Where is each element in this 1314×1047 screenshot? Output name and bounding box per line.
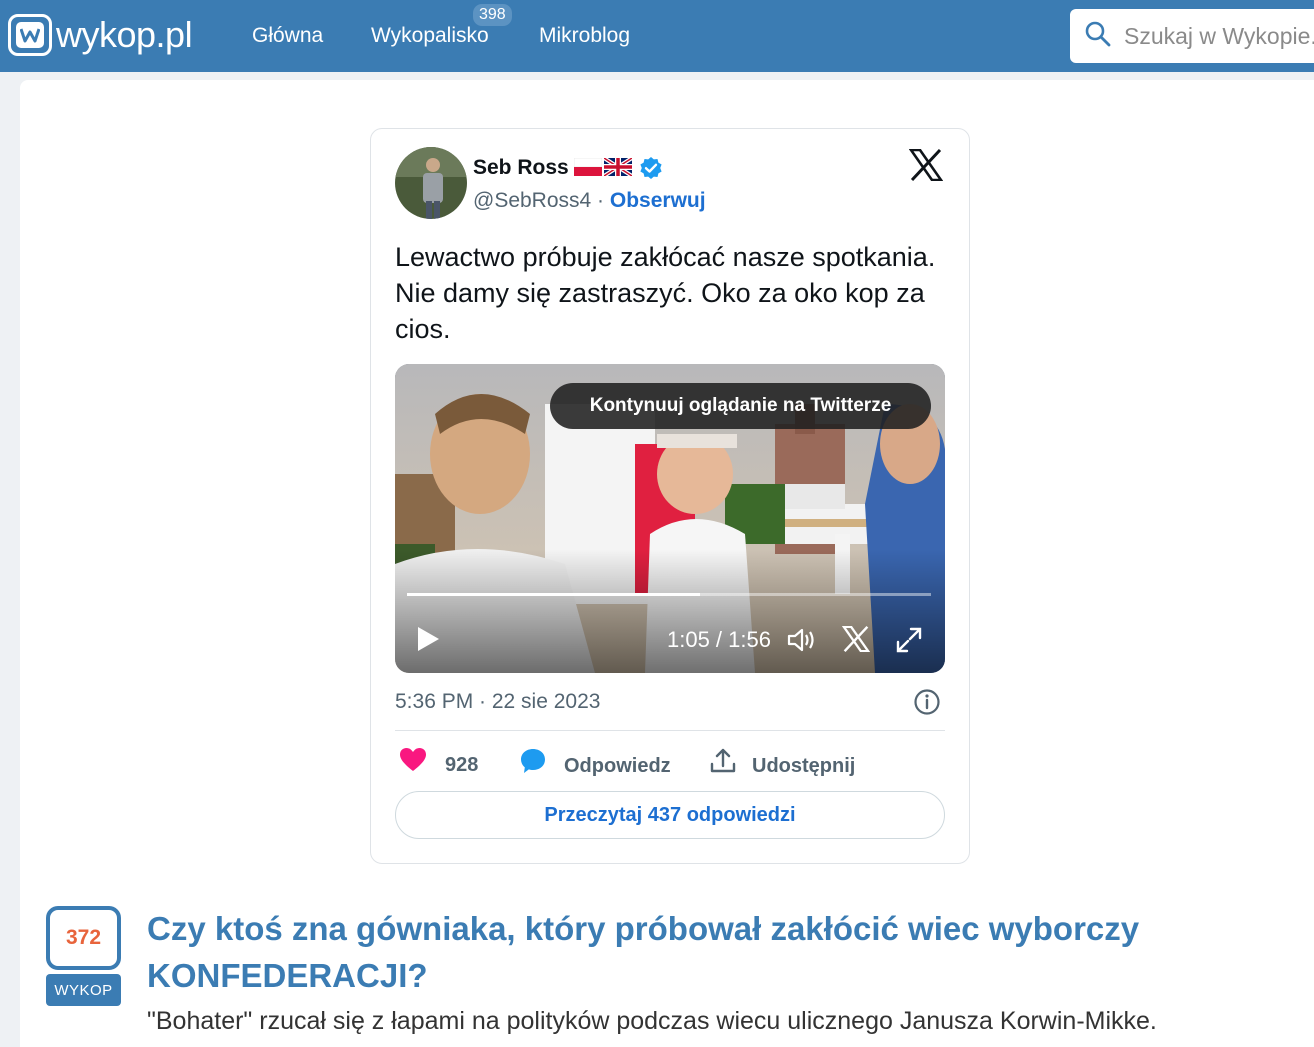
follow-link[interactable]: Obserwuj [610, 189, 706, 212]
x-logo-icon[interactable] [908, 148, 944, 186]
video-x-logo-icon[interactable] [841, 625, 871, 657]
wykopalisko-count-badge: 398 [473, 4, 512, 26]
nav-item-glowna[interactable]: Główna [252, 22, 323, 50]
embedded-tweet[interactable]: Seb Ross @SebRoss4 · Obserwuj Lewactwo p… [370, 128, 970, 864]
nav-item-mikroblog[interactable]: Mikroblog [539, 22, 630, 50]
continue-on-twitter-button[interactable]: Kontynuuj oglądanie na Twitterze [550, 383, 931, 429]
fullscreen-icon[interactable] [895, 626, 923, 659]
search-box[interactable] [1070, 9, 1314, 63]
volume-icon[interactable] [787, 627, 817, 658]
read-replies-button[interactable]: Przeczytaj 437 odpowiedzi [395, 791, 945, 839]
entry-description: "Bohater" rzucał się z łapami na polityk… [147, 1007, 1157, 1035]
tweet-timestamp[interactable]: 5:36 PM · 22 sie 2023 [395, 689, 600, 715]
tweet-video[interactable]: Kontynuuj oglądanie na Twitterze 1:05 / … [395, 364, 945, 673]
info-icon[interactable] [913, 688, 941, 721]
wykop-logo-icon [8, 14, 52, 56]
speech-bubble-icon [519, 747, 547, 784]
handle-separator: · [591, 189, 610, 212]
video-progress-fill [407, 593, 701, 596]
tweet-handle-line: @SebRoss4 · Obserwuj [473, 188, 706, 214]
share-button[interactable]: Udostępnij [709, 747, 855, 784]
avatar[interactable] [395, 147, 467, 219]
top-navbar: wykop.pl Główna Wykopalisko 398 Mikroblo… [0, 0, 1314, 72]
reply-button[interactable]: Odpowiedz [519, 747, 671, 784]
poland-flag-icon [574, 158, 602, 176]
verified-badge-icon [639, 156, 663, 185]
play-icon[interactable] [415, 626, 441, 657]
search-input[interactable] [1124, 22, 1314, 50]
author-flags [574, 158, 632, 176]
entry-title[interactable]: Czy ktoś zna gówniaka, który próbował za… [147, 905, 1147, 999]
tweet-author-name[interactable]: Seb Ross [473, 155, 569, 181]
like-count: 928 [445, 753, 479, 776]
tweet-actions: 928 Odpowiedz Udostępnij [395, 747, 945, 777]
video-progress-bar[interactable] [407, 593, 931, 596]
search-icon[interactable] [1084, 20, 1112, 53]
tweet-handle[interactable]: @SebRoss4 [473, 189, 591, 212]
site-logo[interactable]: wykop.pl [8, 14, 193, 56]
tweet-text: Lewactwo próbuje zakłócać nasze spotkani… [395, 242, 936, 344]
like-button[interactable]: 928 [399, 747, 478, 782]
uk-flag-icon [604, 158, 632, 176]
heart-icon [399, 747, 427, 782]
wykop-vote-button[interactable]: WYKOP [46, 974, 121, 1006]
logo-text: wykop.pl [56, 14, 193, 55]
reply-label: Odpowiedz [564, 754, 671, 777]
vote-count: 372 [46, 906, 121, 970]
tweet-divider [395, 730, 945, 731]
share-icon [709, 747, 737, 784]
video-time: 1:05 / 1:56 [667, 627, 771, 652]
share-label: Udostępnij [752, 754, 856, 777]
nav-item-wykopalisko[interactable]: Wykopalisko [371, 22, 489, 50]
